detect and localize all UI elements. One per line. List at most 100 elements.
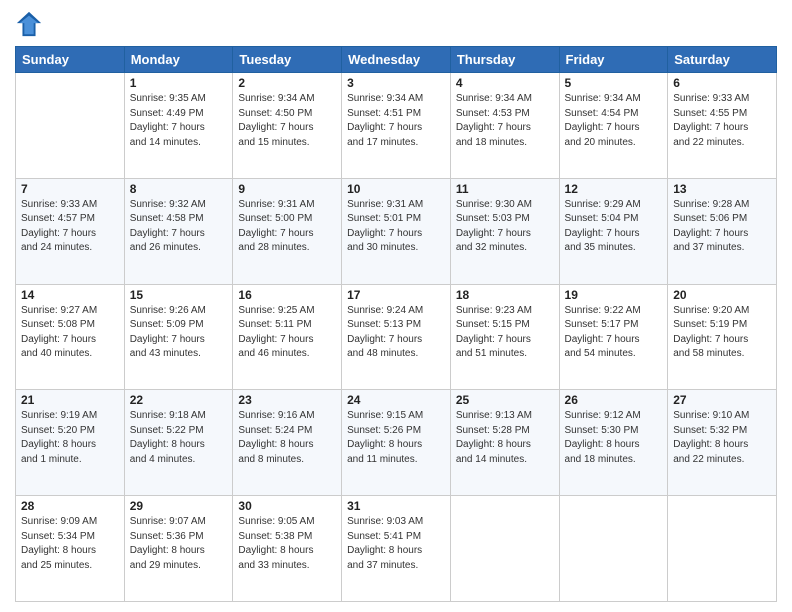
calendar-cell: 17 Sunrise: 9:24 AM Sunset: 5:13 PM Dayli… [342, 284, 451, 390]
calendar-cell [16, 73, 125, 179]
calendar-cell: 21Sunrise: 9:19 AM Sunset: 5:20 PM Dayli… [16, 390, 125, 496]
calendar-cell: 10 Sunrise: 9:31 AM Sunset: 5:01 PM Dayli… [342, 178, 451, 284]
calendar-cell: 8 Sunrise: 9:32 AM Sunset: 4:58 PM Daylig… [124, 178, 233, 284]
day-number: 16 [238, 288, 336, 302]
day-number: 25 [456, 393, 554, 407]
calendar-week-4: 21Sunrise: 9:19 AM Sunset: 5:20 PM Dayli… [16, 390, 777, 496]
calendar-week-2: 7 Sunrise: 9:33 AM Sunset: 4:57 PM Daylig… [16, 178, 777, 284]
day-info: Sunrise: 9:35 AM Sunset: 4:49 PM Dayligh… [130, 92, 228, 150]
logo [15, 10, 47, 38]
calendar-cell: 19Sunrise: 9:22 AM Sunset: 5:17 PM Dayli… [559, 284, 668, 390]
day-number: 15 [130, 288, 228, 302]
col-header-friday: Friday [559, 47, 668, 73]
day-number: 3 [347, 76, 445, 90]
calendar-cell [668, 496, 777, 602]
col-header-saturday: Saturday [668, 47, 777, 73]
day-info: Sunrise: 9:26 AM Sunset: 5:09 PM Dayligh… [130, 304, 228, 362]
calendar-cell: 9 Sunrise: 9:31 AM Sunset: 5:00 PM Daylig… [233, 178, 342, 284]
day-info: Sunrise: 9:34 AM Sunset: 4:51 PM Dayligh… [347, 92, 445, 150]
day-info: Sunrise: 9:24 AM Sunset: 5:13 PM Dayligh… [347, 304, 445, 362]
day-info: Sunrise: 9:33 AM Sunset: 4:57 PM Dayligh… [21, 198, 119, 256]
calendar-week-1: 1 Sunrise: 9:35 AM Sunset: 4:49 PM Daylig… [16, 73, 777, 179]
day-info: Sunrise: 9:12 AM Sunset: 5:30 PM Dayligh… [565, 409, 663, 467]
calendar-cell: 14 Sunrise: 9:27 AM Sunset: 5:08 PM Dayli… [16, 284, 125, 390]
day-number: 13 [673, 182, 771, 196]
day-info: Sunrise: 9:03 AM Sunset: 5:41 PM Dayligh… [347, 515, 445, 573]
day-number: 12 [565, 182, 663, 196]
day-info: Sunrise: 9:34 AM Sunset: 4:53 PM Dayligh… [456, 92, 554, 150]
day-number: 21 [21, 393, 119, 407]
calendar-cell: 24 Sunrise: 9:15 AM Sunset: 5:26 PM Dayli… [342, 390, 451, 496]
day-number: 31 [347, 499, 445, 513]
day-info: Sunrise: 9:32 AM Sunset: 4:58 PM Dayligh… [130, 198, 228, 256]
day-info: Sunrise: 9:07 AM Sunset: 5:36 PM Dayligh… [130, 515, 228, 573]
day-info: Sunrise: 9:34 AM Sunset: 4:54 PM Dayligh… [565, 92, 663, 150]
day-number: 10 [347, 182, 445, 196]
calendar-cell: 25 Sunrise: 9:13 AM Sunset: 5:28 PM Dayli… [450, 390, 559, 496]
day-number: 7 [21, 182, 119, 196]
col-header-thursday: Thursday [450, 47, 559, 73]
col-header-tuesday: Tuesday [233, 47, 342, 73]
day-info: Sunrise: 9:27 AM Sunset: 5:08 PM Dayligh… [21, 304, 119, 362]
calendar-cell: 18 Sunrise: 9:23 AM Sunset: 5:15 PM Dayli… [450, 284, 559, 390]
day-number: 17 [347, 288, 445, 302]
calendar-cell: 31 Sunrise: 9:03 AM Sunset: 5:41 PM Dayli… [342, 496, 451, 602]
calendar-cell: 26 Sunrise: 9:12 AM Sunset: 5:30 PM Dayli… [559, 390, 668, 496]
day-number: 4 [456, 76, 554, 90]
calendar-week-5: 28 Sunrise: 9:09 AM Sunset: 5:34 PM Dayli… [16, 496, 777, 602]
calendar-cell: 30 Sunrise: 9:05 AM Sunset: 5:38 PM Dayli… [233, 496, 342, 602]
day-info: Sunrise: 9:18 AM Sunset: 5:22 PM Dayligh… [130, 409, 228, 467]
calendar-cell: 16Sunrise: 9:25 AM Sunset: 5:11 PM Dayli… [233, 284, 342, 390]
calendar-cell [559, 496, 668, 602]
day-number: 11 [456, 182, 554, 196]
day-info: Sunrise: 9:09 AM Sunset: 5:34 PM Dayligh… [21, 515, 119, 573]
day-info: Sunrise: 9:20 AM Sunset: 5:19 PM Dayligh… [673, 304, 771, 362]
calendar-cell: 20 Sunrise: 9:20 AM Sunset: 5:19 PM Dayli… [668, 284, 777, 390]
page: SundayMondayTuesdayWednesdayThursdayFrid… [0, 0, 792, 612]
calendar-cell: 11Sunrise: 9:30 AM Sunset: 5:03 PM Dayli… [450, 178, 559, 284]
day-number: 28 [21, 499, 119, 513]
day-number: 1 [130, 76, 228, 90]
day-info: Sunrise: 9:34 AM Sunset: 4:50 PM Dayligh… [238, 92, 336, 150]
day-number: 22 [130, 393, 228, 407]
day-info: Sunrise: 9:23 AM Sunset: 5:15 PM Dayligh… [456, 304, 554, 362]
day-number: 8 [130, 182, 228, 196]
day-number: 9 [238, 182, 336, 196]
col-header-wednesday: Wednesday [342, 47, 451, 73]
day-number: 29 [130, 499, 228, 513]
calendar-header-row: SundayMondayTuesdayWednesdayThursdayFrid… [16, 47, 777, 73]
day-number: 24 [347, 393, 445, 407]
calendar-cell: 13 Sunrise: 9:28 AM Sunset: 5:06 PM Dayli… [668, 178, 777, 284]
day-info: Sunrise: 9:22 AM Sunset: 5:17 PM Dayligh… [565, 304, 663, 362]
day-info: Sunrise: 9:31 AM Sunset: 5:01 PM Dayligh… [347, 198, 445, 256]
calendar-cell: 5Sunrise: 9:34 AM Sunset: 4:54 PM Daylig… [559, 73, 668, 179]
day-info: Sunrise: 9:05 AM Sunset: 5:38 PM Dayligh… [238, 515, 336, 573]
day-info: Sunrise: 9:31 AM Sunset: 5:00 PM Dayligh… [238, 198, 336, 256]
day-number: 23 [238, 393, 336, 407]
header [15, 10, 777, 38]
day-info: Sunrise: 9:13 AM Sunset: 5:28 PM Dayligh… [456, 409, 554, 467]
day-number: 27 [673, 393, 771, 407]
calendar-cell: 2 Sunrise: 9:34 AM Sunset: 4:50 PM Daylig… [233, 73, 342, 179]
day-info: Sunrise: 9:33 AM Sunset: 4:55 PM Dayligh… [673, 92, 771, 150]
day-number: 18 [456, 288, 554, 302]
calendar-cell: 15 Sunrise: 9:26 AM Sunset: 5:09 PM Dayli… [124, 284, 233, 390]
day-number: 20 [673, 288, 771, 302]
col-header-monday: Monday [124, 47, 233, 73]
calendar-cell [450, 496, 559, 602]
calendar-cell: 6 Sunrise: 9:33 AM Sunset: 4:55 PM Daylig… [668, 73, 777, 179]
day-info: Sunrise: 9:29 AM Sunset: 5:04 PM Dayligh… [565, 198, 663, 256]
day-number: 26 [565, 393, 663, 407]
calendar-cell: 7 Sunrise: 9:33 AM Sunset: 4:57 PM Daylig… [16, 178, 125, 284]
calendar-cell: 28 Sunrise: 9:09 AM Sunset: 5:34 PM Dayli… [16, 496, 125, 602]
calendar-cell: 12 Sunrise: 9:29 AM Sunset: 5:04 PM Dayli… [559, 178, 668, 284]
day-number: 30 [238, 499, 336, 513]
calendar-cell: 29 Sunrise: 9:07 AM Sunset: 5:36 PM Dayli… [124, 496, 233, 602]
day-number: 2 [238, 76, 336, 90]
calendar-table: SundayMondayTuesdayWednesdayThursdayFrid… [15, 46, 777, 602]
day-info: Sunrise: 9:28 AM Sunset: 5:06 PM Dayligh… [673, 198, 771, 256]
calendar-cell: 4 Sunrise: 9:34 AM Sunset: 4:53 PM Daylig… [450, 73, 559, 179]
day-number: 6 [673, 76, 771, 90]
day-info: Sunrise: 9:15 AM Sunset: 5:26 PM Dayligh… [347, 409, 445, 467]
day-number: 14 [21, 288, 119, 302]
